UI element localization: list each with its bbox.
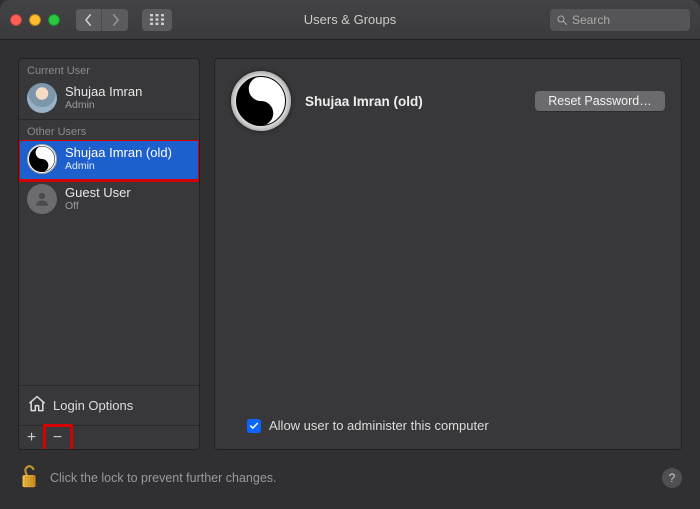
admin-checkbox[interactable] xyxy=(247,419,261,433)
window-controls xyxy=(10,14,60,26)
show-all-prefs-button[interactable] xyxy=(142,9,172,31)
guest-avatar xyxy=(27,184,57,214)
lock-row: Click the lock to prevent further change… xyxy=(18,459,682,497)
user-role: Off xyxy=(65,200,131,212)
current-user-row[interactable]: Shujaa Imran Admin xyxy=(19,79,199,119)
user-sidebar: Current User Shujaa Imran Admin Other Us… xyxy=(18,58,200,450)
admin-checkbox-label: Allow user to administer this computer xyxy=(269,418,489,433)
home-icon xyxy=(27,394,47,417)
content-area: Current User Shujaa Imran Admin Other Us… xyxy=(0,40,700,509)
detail-header: Shujaa Imran (old) Reset Password… xyxy=(231,71,665,131)
user-row-shujaa-old[interactable]: Shujaa Imran (old) Admin xyxy=(19,140,199,180)
close-window-button[interactable] xyxy=(10,14,22,26)
user-role: Admin xyxy=(65,160,172,172)
current-user-label: Current User xyxy=(19,59,199,79)
user-role: Admin xyxy=(65,99,142,111)
remove-user-button[interactable]: − xyxy=(45,426,71,450)
login-options-button[interactable]: Login Options xyxy=(19,385,199,425)
nav-back-forward xyxy=(76,9,128,31)
yin-yang-avatar xyxy=(27,144,57,174)
other-users-label: Other Users xyxy=(19,120,199,140)
login-options-label: Login Options xyxy=(53,398,133,413)
user-detail-pane: Shujaa Imran (old) Reset Password… Allow… xyxy=(214,58,682,450)
unlock-icon[interactable] xyxy=(18,463,40,494)
search-icon xyxy=(556,14,568,26)
search-field[interactable] xyxy=(550,9,690,31)
detail-user-name: Shujaa Imran (old) xyxy=(305,94,521,109)
forward-button[interactable] xyxy=(102,9,128,31)
avatar xyxy=(27,83,57,113)
user-name: Shujaa Imran (old) xyxy=(65,146,172,161)
user-row-guest[interactable]: Guest User Off xyxy=(19,180,199,220)
search-input[interactable] xyxy=(572,13,684,27)
user-name: Guest User xyxy=(65,186,131,201)
minimize-window-button[interactable] xyxy=(29,14,41,26)
admin-checkbox-row[interactable]: Allow user to administer this computer xyxy=(247,418,489,433)
reset-password-button[interactable]: Reset Password… xyxy=(535,91,665,111)
zoom-window-button[interactable] xyxy=(48,14,60,26)
help-button[interactable]: ? xyxy=(662,468,682,488)
check-icon xyxy=(249,421,259,431)
yin-yang-avatar-large[interactable] xyxy=(231,71,291,131)
add-remove-bar: + − xyxy=(19,425,199,449)
back-button[interactable] xyxy=(76,9,102,31)
prefs-window: Users & Groups Current User Shujaa Imran… xyxy=(0,0,700,509)
other-users-list: Shujaa Imran (old) Admin Guest User Off xyxy=(19,140,199,385)
add-user-button[interactable]: + xyxy=(19,426,45,450)
user-name: Shujaa Imran xyxy=(65,85,142,100)
titlebar: Users & Groups xyxy=(0,0,700,40)
lock-text: Click the lock to prevent further change… xyxy=(50,471,277,485)
